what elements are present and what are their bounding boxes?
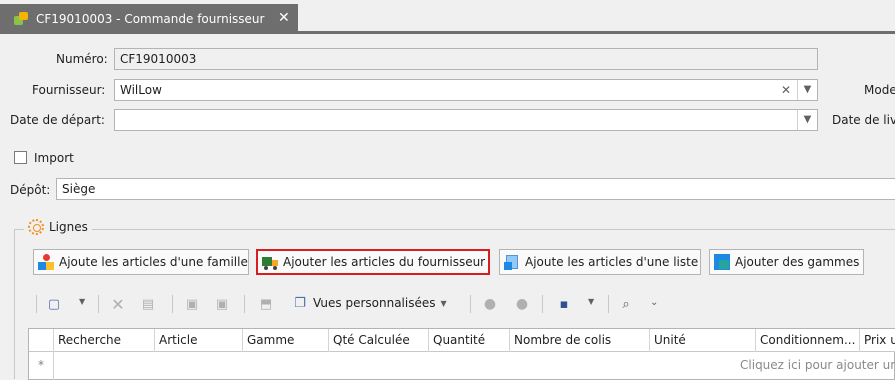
numero-field[interactable]: CF19010003 xyxy=(114,48,818,70)
depot-label: Dépôt: xyxy=(10,183,51,197)
import-label: Import xyxy=(34,151,74,165)
grid-corner xyxy=(29,329,54,352)
column-header[interactable]: Conditionnem... xyxy=(756,329,860,352)
more-chevron-icon[interactable]: ⌄ xyxy=(650,297,658,308)
add-list-articles-button[interactable]: Ajoute les articles d'une liste xyxy=(499,249,701,275)
column-header[interactable]: Gamme xyxy=(243,329,329,352)
add-family-label: Ajoute les articles d'une famille xyxy=(59,255,248,269)
column-header[interactable]: Quantité xyxy=(429,329,510,352)
grid-header: Recherche Article Gamme Qté Calculée Qua… xyxy=(29,329,895,352)
toolbar-separator xyxy=(470,295,471,313)
fournisseur-value: WilLow xyxy=(120,83,162,97)
toolbar-separator xyxy=(36,295,37,313)
add-gammes-button[interactable]: Ajouter des gammes xyxy=(709,249,864,275)
gear-icon xyxy=(28,219,44,235)
gammes-icon xyxy=(714,254,730,270)
column-header[interactable]: Qté Calculée xyxy=(329,329,429,352)
depot-field[interactable]: Siège xyxy=(56,178,895,200)
list-icon xyxy=(504,254,520,270)
chevron-down-icon[interactable]: ▼ xyxy=(797,110,817,130)
fournisseur-field[interactable]: WilLow ✕ ▼ xyxy=(114,79,818,101)
import-checkbox[interactable] xyxy=(14,151,27,164)
column-header[interactable]: Recherche xyxy=(54,329,155,352)
chevron-down-icon[interactable]: ▼ xyxy=(797,80,817,100)
filter-icon[interactable]: ⌕ xyxy=(618,296,634,312)
new-row-icon[interactable]: ▢ xyxy=(46,296,62,312)
new-row-hint: Cliquez ici pour ajouter une no xyxy=(740,358,895,372)
truck-icon xyxy=(262,254,278,270)
delete-icon[interactable]: ✕ xyxy=(110,295,126,314)
custom-views-button[interactable]: ❐ Vues personnalisées ▼ xyxy=(292,295,447,311)
numero-label: Numéro: xyxy=(56,52,108,66)
move-down-icon[interactable]: ● xyxy=(514,296,530,312)
add-list-label: Ajoute les articles d'une liste xyxy=(525,255,699,269)
order-icon xyxy=(14,12,28,26)
views-icon: ❐ xyxy=(294,295,306,311)
image-view-icon[interactable]: ▣ xyxy=(214,296,230,312)
tab-title: CF19010003 - Commande fournisseur xyxy=(36,12,265,26)
toolbar-separator xyxy=(244,295,245,313)
column-header[interactable]: Unité xyxy=(650,329,756,352)
custom-views-label: Vues personnalisées xyxy=(313,296,436,310)
new-row[interactable]: * Cliquez ici pour ajouter une no xyxy=(29,352,895,380)
copy-icon[interactable]: ▤ xyxy=(140,296,156,312)
column-header[interactable]: Article xyxy=(155,329,243,352)
family-icon xyxy=(38,254,54,270)
save-icon[interactable]: ▪ xyxy=(556,296,572,312)
close-icon[interactable]: ✕ xyxy=(278,10,290,26)
date-depart-label: Date de départ: xyxy=(10,113,105,127)
mode-label: Mode xyxy=(864,83,895,97)
document-tabstrip: CF19010003 - Commande fournisseur ✕ xyxy=(0,0,895,34)
new-row-dropdown-icon[interactable]: ▼ xyxy=(79,297,85,306)
toolbar-separator xyxy=(172,295,173,313)
toolbar-separator xyxy=(608,295,609,313)
grid-view-icon[interactable]: ▣ xyxy=(184,296,200,312)
date-depart-field[interactable]: ▼ xyxy=(114,109,818,131)
add-supplier-label: Ajouter les articles du fournisseur xyxy=(283,255,486,269)
column-header[interactable]: Nombre de colis xyxy=(510,329,650,352)
move-up-icon[interactable]: ● xyxy=(482,296,498,312)
lines-grid[interactable]: Recherche Article Gamme Qté Calculée Qua… xyxy=(28,328,895,380)
lignes-group-title: Lignes xyxy=(24,219,92,235)
clear-icon[interactable]: ✕ xyxy=(776,80,796,100)
fournisseur-label: Fournisseur: xyxy=(32,83,106,97)
chevron-down-icon: ▼ xyxy=(440,298,447,308)
toolbar-separator xyxy=(98,295,99,313)
column-header[interactable]: Prix u xyxy=(860,329,895,352)
add-supplier-articles-button[interactable]: Ajouter les articles du fournisseur xyxy=(256,249,490,275)
new-row-marker: * xyxy=(29,352,54,380)
save-dropdown-icon[interactable]: ▼ xyxy=(588,297,594,306)
lignes-label: Lignes xyxy=(49,220,88,234)
toolbar-separator xyxy=(542,295,543,313)
add-gammes-label: Ajouter des gammes xyxy=(735,255,860,269)
export-icon[interactable]: ⬒ xyxy=(258,296,274,312)
tab-commande-fournisseur[interactable]: CF19010003 - Commande fournisseur ✕ xyxy=(0,4,298,34)
date-livraison-label: Date de liv xyxy=(832,113,895,127)
add-family-articles-button[interactable]: Ajoute les articles d'une famille xyxy=(33,249,249,275)
